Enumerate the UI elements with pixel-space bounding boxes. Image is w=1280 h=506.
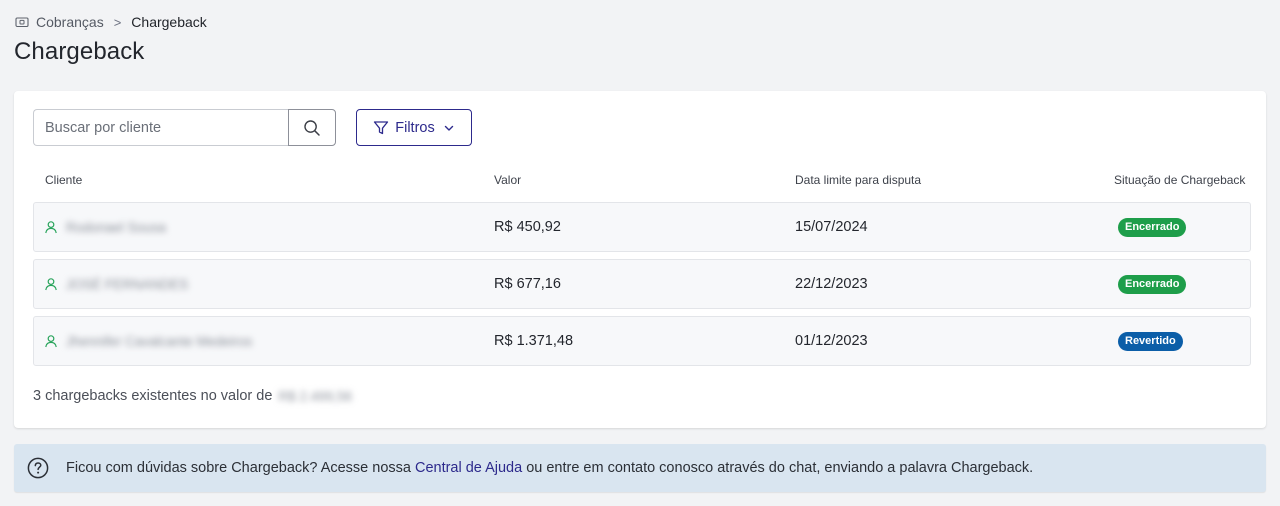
search-icon <box>303 119 321 137</box>
search-input[interactable] <box>33 109 288 146</box>
breadcrumb-parent-link[interactable]: Cobranças <box>36 14 104 30</box>
question-circle-icon <box>27 457 49 479</box>
column-header-deadline: Data limite para disputa <box>795 173 922 187</box>
summary-text: 3 chargebacks existentes no valor de <box>33 388 273 404</box>
help-banner: Ficou com dúvidas sobre Chargeback? Aces… <box>14 444 1266 492</box>
table-row[interactable]: Jhennifer Cavalcante Medeiros R$ 1.371,4… <box>33 316 1251 366</box>
breadcrumb-separator: > <box>113 14 122 30</box>
status-cell: Revertido <box>1118 317 1183 365</box>
search-button[interactable] <box>288 109 336 146</box>
breadcrumb: Cobranças > Chargeback <box>15 13 207 31</box>
column-header-status: Situação de Chargeback <box>1114 173 1246 187</box>
table-row[interactable]: JOSÉ FERNANDES R$ 677,16 22/12/2023 Ence… <box>33 259 1251 309</box>
deadline-cell: 22/12/2023 <box>795 276 868 292</box>
chargeback-summary: 3 chargebacks existentes no valor de R$ … <box>33 388 352 404</box>
status-badge: Encerrado <box>1118 217 1187 237</box>
chevron-down-icon <box>443 122 455 134</box>
help-center-link[interactable]: Central de Ajuda <box>415 460 522 476</box>
value-cell: R$ 677,16 <box>494 276 561 292</box>
status-badge: Revertido <box>1118 331 1183 351</box>
table-row[interactable]: Rodonael Sousa R$ 450,92 15/07/2024 Ence… <box>33 202 1251 252</box>
help-suffix: ou entre em contato conosco através do c… <box>526 460 1034 476</box>
client-name: JOSÉ FERNANDES <box>66 276 189 292</box>
client-name: Jhennifer Cavalcante Medeiros <box>66 333 253 349</box>
user-icon <box>44 334 58 348</box>
wallet-icon <box>15 15 29 29</box>
user-icon <box>44 277 58 291</box>
filters-label: Filtros <box>395 119 435 136</box>
user-icon <box>44 220 58 234</box>
filters-button[interactable]: Filtros <box>356 109 472 146</box>
chargeback-card: Filtros Cliente Valor Data limite para d… <box>14 91 1266 428</box>
value-cell: R$ 1.371,48 <box>494 333 574 349</box>
status-cell: Encerrado <box>1118 203 1187 251</box>
column-header-value: Valor <box>494 173 522 187</box>
client-cell: Rodonael Sousa <box>44 203 166 251</box>
client-name: Rodonael Sousa <box>66 219 166 235</box>
client-cell: Jhennifer Cavalcante Medeiros <box>44 317 252 365</box>
status-badge: Encerrado <box>1118 274 1187 294</box>
breadcrumb-current: Chargeback <box>131 14 207 30</box>
help-prefix: Ficou com dúvidas sobre Chargeback? Aces… <box>66 460 411 476</box>
status-cell: Encerrado <box>1118 260 1187 308</box>
summary-amount: R$ 2.499,56 <box>278 388 352 404</box>
search-group <box>33 109 336 146</box>
column-header-client: Cliente <box>45 173 83 187</box>
deadline-cell: 01/12/2023 <box>795 333 868 349</box>
deadline-cell: 15/07/2024 <box>795 219 868 235</box>
value-cell: R$ 450,92 <box>494 219 561 235</box>
filter-icon <box>373 120 389 136</box>
page-title: Chargeback <box>14 38 145 65</box>
client-cell: JOSÉ FERNANDES <box>44 260 188 308</box>
